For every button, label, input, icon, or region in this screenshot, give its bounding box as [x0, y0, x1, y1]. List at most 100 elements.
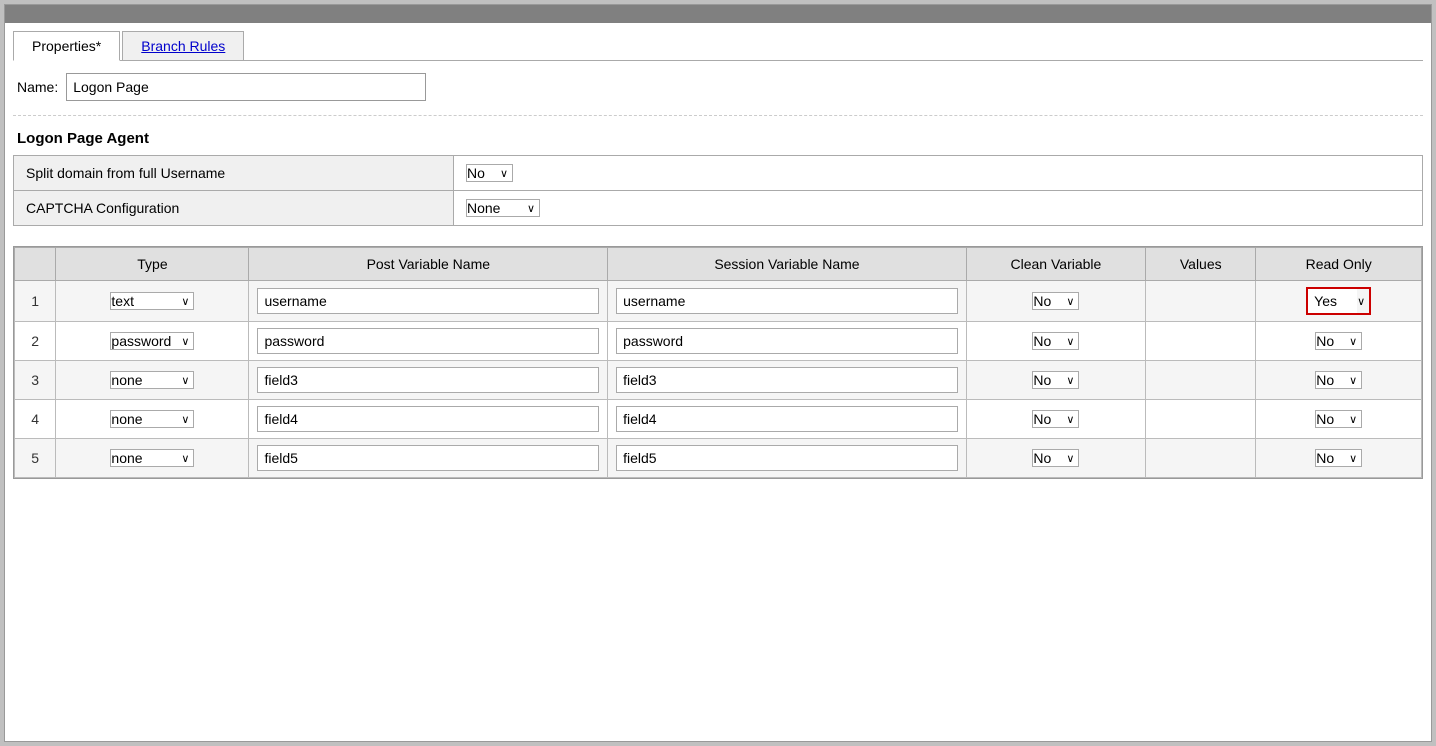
row-4-clean-select[interactable]: NoYes — [1032, 410, 1079, 428]
row-5-type-wrapper: textpasswordnone — [110, 449, 194, 467]
split-domain-select-wrapper: No Yes — [466, 164, 513, 182]
row-4-values-cell — [1146, 400, 1256, 439]
row-4-read-only-select[interactable]: YesNo — [1315, 410, 1362, 428]
data-table-wrapper: Type Post Variable Name Session Variable… — [13, 246, 1423, 479]
col-header-clean-var: Clean Variable — [966, 248, 1145, 281]
row-4-type-wrapper: textpasswordnone — [110, 410, 194, 428]
row-4-post-var-input[interactable] — [257, 406, 599, 432]
captcha-select[interactable]: None Option1 Option2 — [466, 199, 540, 217]
row-5-read-only-cell: YesNo — [1256, 439, 1422, 478]
row-5-clean-select[interactable]: NoYes — [1032, 449, 1079, 467]
tabs-row: Properties* Branch Rules — [13, 31, 1423, 61]
row-2-read-only-select[interactable]: YesNo — [1315, 332, 1362, 350]
row-3-clean-wrapper: NoYes — [1032, 371, 1079, 389]
row-1-read-only-cell: YesNo∨ — [1256, 281, 1422, 322]
row-4-type-cell: textpasswordnone — [56, 400, 249, 439]
split-domain-select[interactable]: No Yes — [466, 164, 513, 182]
row-3-read-only-select[interactable]: YesNo — [1315, 371, 1362, 389]
row-3-session-var-cell — [608, 361, 967, 400]
row-3-type-select[interactable]: textpasswordnone — [110, 371, 194, 389]
col-header-session-var: Session Variable Name — [608, 248, 967, 281]
captcha-label: CAPTCHA Configuration — [14, 191, 454, 226]
row-4-session-var-input[interactable] — [616, 406, 958, 432]
tab-properties[interactable]: Properties* — [13, 31, 120, 61]
row-1-clean-var-cell: NoYes — [966, 281, 1145, 322]
row-2-read-only-cell: YesNo — [1256, 322, 1422, 361]
tab-branch-rules[interactable]: Branch Rules — [122, 31, 244, 60]
row-4-post-var-cell — [249, 400, 608, 439]
row-5-post-var-input[interactable] — [257, 445, 599, 471]
table-row: 2 textpasswordnone NoYes YesNo — [15, 322, 1422, 361]
row-1-post-var-input[interactable] — [257, 288, 599, 314]
row-2-num: 2 — [15, 322, 56, 361]
row-3-num: 3 — [15, 361, 56, 400]
row-5-type-cell: textpasswordnone — [56, 439, 249, 478]
row-4-session-var-cell — [608, 400, 967, 439]
row-3-clean-select[interactable]: NoYes — [1032, 371, 1079, 389]
row-5-read-only-select[interactable]: YesNo — [1315, 449, 1362, 467]
row-1-num: 1 — [15, 281, 56, 322]
agent-section-title: Logon Page Agent — [13, 130, 1423, 147]
row-2-type-cell: textpasswordnone — [56, 322, 249, 361]
section-divider-1 — [13, 115, 1423, 116]
row-2-clean-wrapper: NoYes — [1032, 332, 1079, 350]
row-2-type-wrapper: textpasswordnone — [110, 332, 194, 350]
row-2-session-var-input[interactable] — [616, 328, 958, 354]
table-header-row: Type Post Variable Name Session Variable… — [15, 248, 1422, 281]
data-table: Type Post Variable Name Session Variable… — [14, 247, 1422, 478]
agent-config-table: Split domain from full Username No Yes C… — [13, 155, 1423, 226]
split-domain-value: No Yes — [454, 156, 1423, 191]
row-3-post-var-input[interactable] — [257, 367, 599, 393]
row-3-type-cell: textpasswordnone — [56, 361, 249, 400]
name-label: Name: — [17, 79, 58, 95]
row-4-num: 4 — [15, 400, 56, 439]
name-input[interactable] — [66, 73, 426, 101]
row-4-read-only-cell: YesNo — [1256, 400, 1422, 439]
row-3-type-wrapper: textpasswordnone — [110, 371, 194, 389]
main-container: Properties* Branch Rules Name: Logon Pag… — [4, 4, 1432, 742]
split-domain-label: Split domain from full Username — [14, 156, 454, 191]
row-1-type-select[interactable]: textpasswordnone — [110, 292, 194, 310]
col-header-values: Values — [1146, 248, 1256, 281]
name-row: Name: — [13, 73, 1423, 101]
row-2-read-only-wrapper: YesNo — [1315, 332, 1362, 350]
table-row: 3 textpasswordnone NoYes YesNo — [15, 361, 1422, 400]
row-5-type-select[interactable]: textpasswordnone — [110, 449, 194, 467]
row-5-session-var-cell — [608, 439, 967, 478]
row-2-post-var-input[interactable] — [257, 328, 599, 354]
col-header-read-only: Read Only — [1256, 248, 1422, 281]
row-3-read-only-wrapper: YesNo — [1315, 371, 1362, 389]
row-3-post-var-cell — [249, 361, 608, 400]
row-1-post-var-cell — [249, 281, 608, 322]
row-2-post-var-cell — [249, 322, 608, 361]
row-1-session-var-input[interactable] — [616, 288, 958, 314]
row-1-session-var-cell — [608, 281, 967, 322]
row-4-clean-var-cell: NoYes — [966, 400, 1145, 439]
row-5-read-only-wrapper: YesNo — [1315, 449, 1362, 467]
row-1-clean-select[interactable]: NoYes — [1032, 292, 1079, 310]
row-3-session-var-input[interactable] — [616, 367, 958, 393]
col-header-type: Type — [56, 248, 249, 281]
row-3-values-cell — [1146, 361, 1256, 400]
row-1-values-cell — [1146, 281, 1256, 322]
row-1-read-only-select[interactable]: YesNo — [1308, 289, 1357, 313]
row-1-type-cell: textpasswordnone — [56, 281, 249, 322]
row-2-session-var-cell — [608, 322, 967, 361]
row-5-clean-wrapper: NoYes — [1032, 449, 1079, 467]
row-4-clean-wrapper: NoYes — [1032, 410, 1079, 428]
row-5-values-cell — [1146, 439, 1256, 478]
row-5-post-var-cell — [249, 439, 608, 478]
table-row: 5textpasswordnoneNoYesYesNo — [15, 439, 1422, 478]
row-2-values-cell — [1146, 322, 1256, 361]
agent-row-captcha: CAPTCHA Configuration None Option1 Optio… — [14, 191, 1423, 226]
row-2-clean-select[interactable]: NoYes — [1032, 332, 1079, 350]
col-header-rownum — [15, 248, 56, 281]
row-3-read-only-cell: YesNo — [1256, 361, 1422, 400]
row-2-type-select[interactable]: textpasswordnone — [110, 332, 194, 350]
agent-row-split-domain: Split domain from full Username No Yes — [14, 156, 1423, 191]
row-1-read-only-highlight: YesNo∨ — [1306, 287, 1371, 315]
row-1-clean-wrapper: NoYes — [1032, 292, 1079, 310]
captcha-select-wrapper: None Option1 Option2 — [466, 199, 540, 217]
row-5-session-var-input[interactable] — [616, 445, 958, 471]
row-4-type-select[interactable]: textpasswordnone — [110, 410, 194, 428]
